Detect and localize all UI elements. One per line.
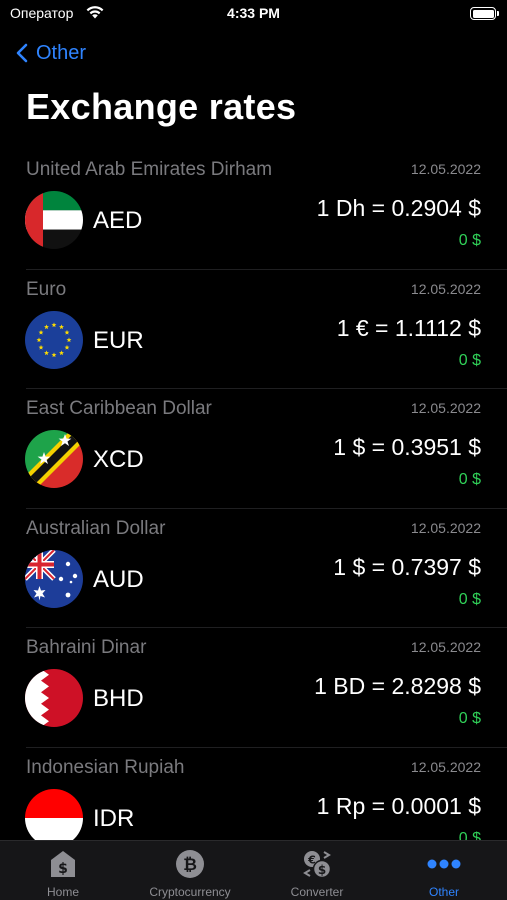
rate-change: 0 $ <box>458 471 481 488</box>
currency-name: East Caribbean Dollar <box>26 398 212 419</box>
rate-row-aed[interactable]: United Arab Emirates Dirham 12.05.2022 A… <box>0 150 507 270</box>
chevron-left-icon <box>16 43 28 63</box>
tab-label: Other <box>428 885 459 899</box>
currency-code: AED <box>93 207 143 234</box>
rate-value: 1 $ = 0.7397 $ <box>333 553 481 580</box>
tab-label: Home <box>46 885 79 899</box>
currency-code: IDR <box>93 804 135 832</box>
converter-icon: € $ <box>303 851 332 879</box>
back-button[interactable]: Other <box>16 38 86 68</box>
svg-text:₿: ₿ <box>183 855 197 875</box>
saint-kitts-flag-icon <box>25 430 83 488</box>
svg-text:$: $ <box>318 863 326 877</box>
status-bar: Оператор 4:33 PM <box>0 0 507 30</box>
rate-value: 1 Dh = 0.2904 $ <box>316 195 481 221</box>
rate-change: 0 $ <box>458 351 481 369</box>
tab-label: Cryptocurrency <box>149 885 231 899</box>
rate-row-idr[interactable]: Indonesian Rupiah 12.05.2022 IDR 1 Rp = … <box>0 748 507 841</box>
uae-flag-icon <box>25 191 83 249</box>
rate-date: 12.05.2022 <box>410 758 481 775</box>
rate-date: 12.05.2022 <box>410 639 481 655</box>
page-title: Exchange rates <box>26 86 297 127</box>
currency-name: Indonesian Rupiah <box>26 756 185 778</box>
tab-label: Converter <box>290 885 344 899</box>
rate-value: 1 € = 1.1112 $ <box>336 314 481 341</box>
tab-bar: $ Home ₿ Cryptocurrency € $ Converter Ot… <box>0 840 507 900</box>
rate-value: 1 Rp = 0.0001 $ <box>316 792 481 819</box>
tab-home[interactable]: $ Home <box>0 841 126 900</box>
rate-change: 0 $ <box>458 590 481 608</box>
bahrain-flag-icon <box>25 669 83 727</box>
rate-value: 1 BD = 2.8298 $ <box>314 673 481 699</box>
svg-text:$: $ <box>58 861 68 877</box>
status-time: 4:33 PM <box>227 5 280 21</box>
australia-flag-icon <box>25 549 83 608</box>
rate-value: 1 $ = 0.3951 $ <box>333 434 481 460</box>
rate-row-xcd[interactable]: East Caribbean Dollar 12.05.2022 XCD 1 $… <box>0 389 507 509</box>
tab-cryptocurrency[interactable]: ₿ Cryptocurrency <box>127 841 253 900</box>
rate-row-aud[interactable]: Australian Dollar 12.05.2022 AUD 1 $ = 0… <box>0 509 507 629</box>
currency-code: AUD <box>93 565 144 593</box>
currency-name: Bahraini Dinar <box>26 637 147 658</box>
currency-code: EUR <box>93 326 144 354</box>
back-button-label: Other <box>36 41 87 64</box>
currency-code: XCD <box>93 446 144 473</box>
bitcoin-icon: ₿ <box>176 850 204 878</box>
more-dots-icon <box>427 859 461 869</box>
rate-date: 12.05.2022 <box>410 161 481 177</box>
currency-code: BHD <box>93 685 144 712</box>
tab-other[interactable]: Other <box>381 841 507 900</box>
battery-icon <box>470 7 499 20</box>
rate-date: 12.05.2022 <box>410 519 481 536</box>
rate-row-bhd[interactable]: Bahraini Dinar 12.05.2022 BHD 1 BD = 2.8… <box>0 628 507 748</box>
rate-change: 0 $ <box>458 829 481 841</box>
rate-change: 0 $ <box>458 232 481 249</box>
home-dollar-icon: $ <box>51 851 75 877</box>
currency-name: United Arab Emirates Dirham <box>26 159 273 180</box>
exchange-rate-list[interactable]: United Arab Emirates Dirham 12.05.2022 A… <box>0 150 507 840</box>
currency-name: Australian Dollar <box>26 517 166 539</box>
rate-date: 12.05.2022 <box>410 280 481 297</box>
currency-name: Euro <box>26 278 67 300</box>
indonesia-flag-icon <box>25 788 83 840</box>
tab-converter[interactable]: € $ Converter <box>254 841 380 900</box>
rate-row-eur[interactable]: Euro 12.05.2022 EUR 1 € = 1.1112 $ 0 $ <box>0 270 507 390</box>
eu-flag-icon <box>25 310 83 369</box>
rate-date: 12.05.2022 <box>410 400 481 416</box>
rate-change: 0 $ <box>458 710 481 727</box>
